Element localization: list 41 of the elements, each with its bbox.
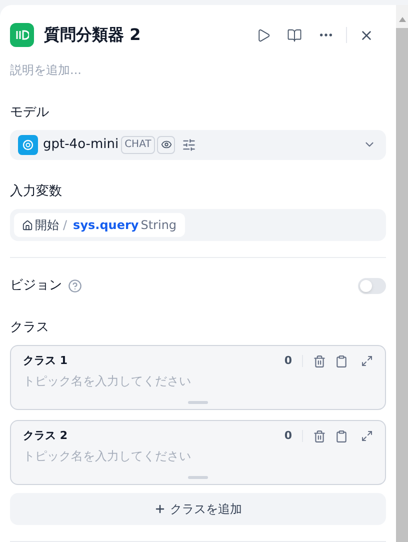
section-label: モデル	[10, 104, 50, 122]
book-icon[interactable]	[287, 28, 302, 42]
mode-tag: CHAT	[120, 136, 156, 154]
eye-icon	[157, 136, 176, 154]
trash-icon[interactable]	[313, 430, 326, 443]
plus-icon	[154, 503, 166, 515]
class-name: クラス 2	[23, 428, 68, 444]
character-count: 0	[284, 428, 292, 444]
clipboard-icon[interactable]	[335, 430, 348, 443]
variable-field[interactable]: 開始 / sys.query String	[10, 209, 386, 241]
play-icon[interactable]	[256, 28, 271, 42]
home-icon	[22, 220, 33, 230]
section-label: 入力変数	[10, 182, 63, 200]
topic-field[interactable]: トピック名を入力してください	[23, 446, 373, 464]
section-label: クラス	[10, 318, 50, 336]
separator: /	[63, 217, 68, 234]
vision-switch[interactable]	[358, 278, 386, 294]
node-title: 質問分類器 2	[44, 24, 141, 46]
resize-handle[interactable]	[188, 401, 208, 404]
variable-name: sys.query	[73, 217, 139, 234]
class-card[interactable]: クラス 2 0 トピック名を入力してください	[10, 420, 386, 485]
class-name: クラス 1	[23, 353, 68, 369]
section-label: ビジョン	[10, 277, 62, 295]
class-card[interactable]: クラス 1 0 トピック名を入力してください	[10, 345, 386, 410]
expand-icon[interactable]	[361, 430, 373, 442]
resize-handle[interactable]	[188, 476, 208, 479]
scrollbar[interactable]	[396, 5, 408, 542]
topic-field[interactable]: トピック名を入力してください	[23, 372, 373, 390]
trash-icon[interactable]	[313, 354, 326, 368]
node-name: 開始	[35, 217, 59, 234]
variable-type: String	[140, 217, 177, 234]
add-class-button[interactable]: クラスを追加	[10, 493, 386, 525]
clipboard-icon[interactable]	[335, 354, 348, 368]
help-icon	[68, 278, 82, 293]
parameters-icon[interactable]	[182, 138, 196, 152]
description-field[interactable]: 説明を追加...	[10, 61, 386, 79]
model-name: gpt-4o-mini	[43, 136, 119, 154]
expand-icon[interactable]	[361, 355, 373, 368]
classifier-icon	[10, 23, 34, 47]
character-count: 0	[284, 353, 292, 369]
model-select[interactable]: gpt-4o-mini CHAT	[10, 130, 386, 160]
